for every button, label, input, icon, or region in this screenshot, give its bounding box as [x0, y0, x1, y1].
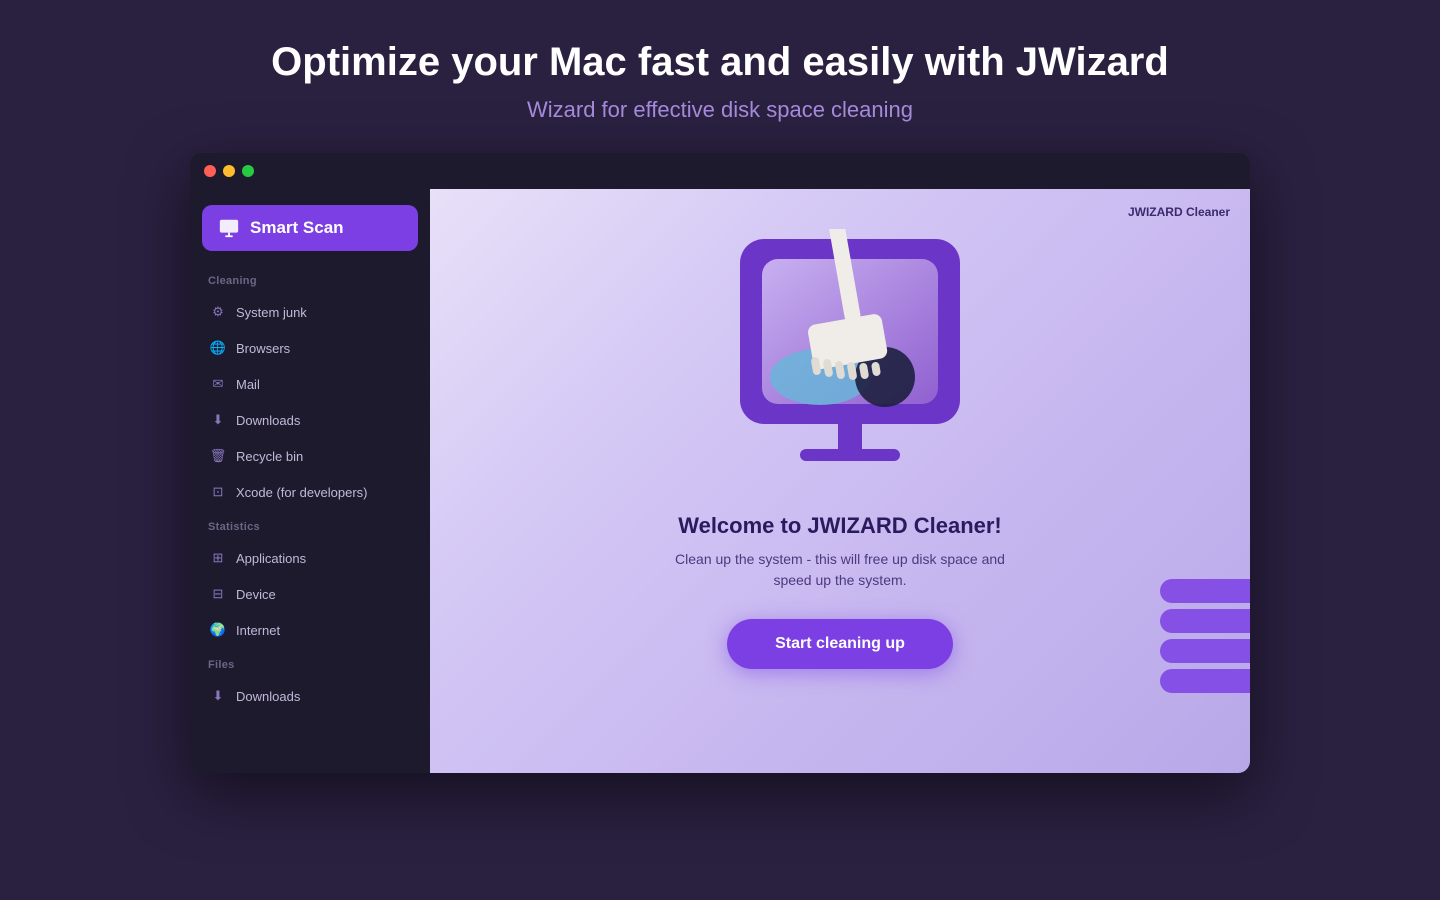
- illustration-svg: [710, 229, 990, 509]
- browsers-icon: 🌐: [210, 340, 226, 356]
- deco-bar-4: [1160, 669, 1250, 693]
- downloads-label: Downloads: [236, 413, 300, 428]
- page-header: Optimize your Mac fast and easily with J…: [0, 0, 1440, 143]
- xcode-label: Xcode (for developers): [236, 485, 368, 500]
- title-bar: [190, 153, 1250, 189]
- sidebar-item-browsers[interactable]: 🌐 Browsers: [202, 333, 418, 363]
- xcode-icon: ⊡: [210, 484, 226, 500]
- sidebar-item-system-junk[interactable]: ⚙ System junk: [202, 297, 418, 327]
- internet-icon: 🌍: [210, 622, 226, 638]
- downloads-icon: ⬇: [210, 412, 226, 428]
- page-title: Optimize your Mac fast and easily with J…: [20, 40, 1420, 85]
- files-downloads-icon: ⬇: [210, 688, 226, 704]
- system-junk-label: System junk: [236, 305, 307, 320]
- monitor-icon: [218, 217, 240, 239]
- sidebar-item-mail[interactable]: ✉ Mail: [202, 369, 418, 399]
- smart-scan-label: Smart Scan: [250, 218, 344, 238]
- close-button[interactable]: [204, 165, 216, 177]
- traffic-lights: [204, 165, 254, 177]
- sidebar-item-recycle-bin[interactable]: 🗑 Recycle bin: [202, 441, 418, 471]
- deco-bar-1: [1160, 579, 1250, 603]
- sidebar: Smart Scan Cleaning ⚙ System junk 🌐 Brow…: [190, 189, 430, 773]
- smart-scan-button[interactable]: Smart Scan: [202, 205, 418, 251]
- content-panel: JWIZARD Cleaner: [430, 189, 1250, 773]
- welcome-desc: Clean up the system - this will free up …: [675, 549, 1005, 591]
- recycle-bin-label: Recycle bin: [236, 449, 303, 464]
- main-content: Smart Scan Cleaning ⚙ System junk 🌐 Brow…: [190, 189, 1250, 773]
- browsers-label: Browsers: [236, 341, 290, 356]
- sidebar-item-device[interactable]: ⊟ Device: [202, 579, 418, 609]
- statistics-section-label: Statistics: [202, 513, 418, 537]
- sidebar-item-xcode[interactable]: ⊡ Xcode (for developers): [202, 477, 418, 507]
- app-window: Smart Scan Cleaning ⚙ System junk 🌐 Brow…: [190, 153, 1250, 773]
- sidebar-item-downloads[interactable]: ⬇ Downloads: [202, 405, 418, 435]
- deco-bar-3: [1160, 639, 1250, 663]
- app-label: JWIZARD Cleaner: [1128, 205, 1230, 219]
- internet-label: Internet: [236, 623, 280, 638]
- maximize-button[interactable]: [242, 165, 254, 177]
- system-junk-icon: ⚙: [210, 304, 226, 320]
- applications-label: Applications: [236, 551, 306, 566]
- device-icon: ⊟: [210, 586, 226, 602]
- device-label: Device: [236, 587, 276, 602]
- cleaner-illustration: [710, 229, 970, 489]
- decorative-bars: [1160, 579, 1250, 693]
- start-cleaning-button[interactable]: Start cleaning up: [727, 619, 953, 669]
- sidebar-item-applications[interactable]: ⊞ Applications: [202, 543, 418, 573]
- minimize-button[interactable]: [223, 165, 235, 177]
- files-downloads-label: Downloads: [236, 689, 300, 704]
- deco-bar-2: [1160, 609, 1250, 633]
- mail-icon: ✉: [210, 376, 226, 392]
- recycle-bin-icon: 🗑: [210, 448, 226, 464]
- files-section-label: Files: [202, 651, 418, 675]
- welcome-section: Welcome to JWIZARD Cleaner! Clean up the…: [675, 513, 1005, 591]
- sidebar-item-files-downloads[interactable]: ⬇ Downloads: [202, 681, 418, 711]
- sidebar-item-internet[interactable]: 🌍 Internet: [202, 615, 418, 645]
- page-subtitle: Wizard for effective disk space cleaning: [20, 97, 1420, 123]
- welcome-title: Welcome to JWIZARD Cleaner!: [675, 513, 1005, 539]
- cleaning-section-label: Cleaning: [202, 267, 418, 291]
- mail-label: Mail: [236, 377, 260, 392]
- applications-icon: ⊞: [210, 550, 226, 566]
